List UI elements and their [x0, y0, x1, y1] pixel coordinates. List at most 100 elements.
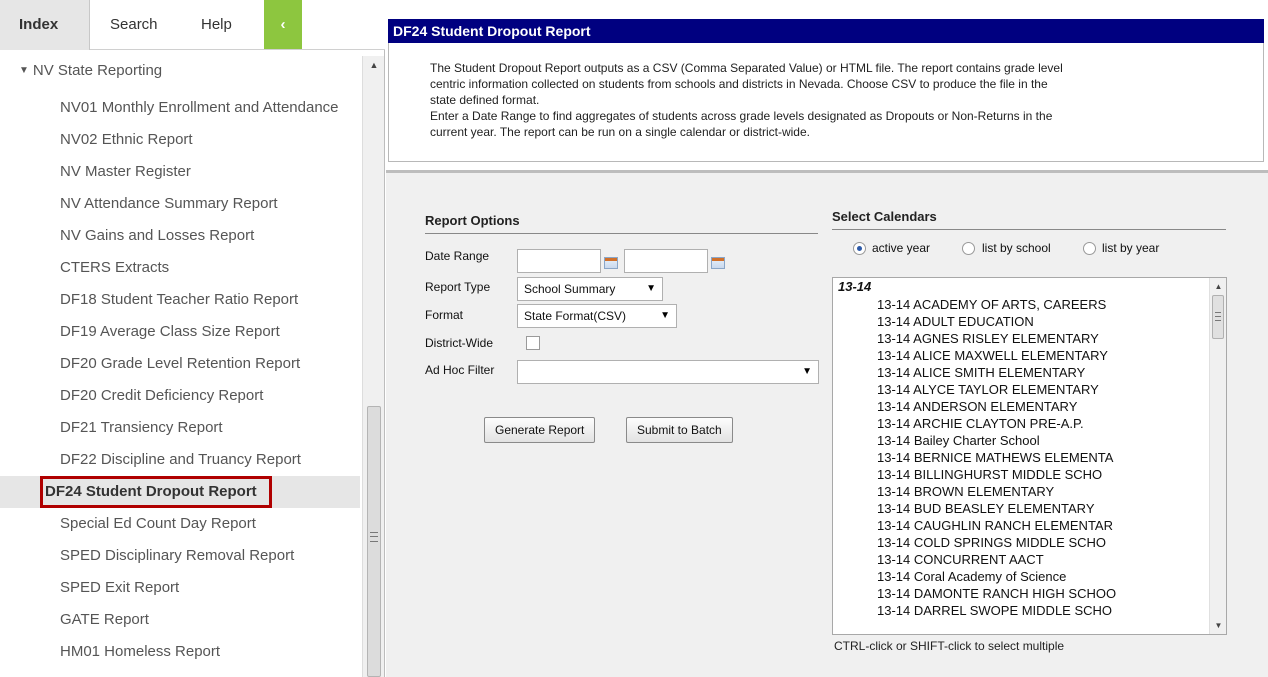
- calendar-icon[interactable]: [604, 257, 618, 269]
- tree-item-label: NV Master Register: [60, 163, 191, 180]
- tree-item[interactable]: NV Gains and Losses Report: [0, 220, 360, 252]
- tree-item[interactable]: DF22 Discipline and Truancy Report: [0, 444, 360, 476]
- tree-item[interactable]: NV Master Register: [0, 156, 360, 188]
- district-wide-checkbox[interactable]: [526, 336, 540, 350]
- calendar-scrollbar[interactable]: ▲ ▼: [1209, 278, 1226, 634]
- calendar-option[interactable]: 13-14 AGNES RISLEY ELEMENTARY: [877, 330, 1099, 347]
- scroll-up-arrow-icon[interactable]: ▲: [363, 56, 385, 74]
- tree-item-label: CTERS Extracts: [60, 259, 170, 276]
- tree-folder-nv-state-reporting[interactable]: ▼ NV State Reporting: [19, 62, 162, 79]
- date-from-input[interactable]: [517, 249, 601, 273]
- calendar-option[interactable]: 13-14 ARCHIE CLAYTON PRE-A.P.: [877, 415, 1084, 432]
- format-label: Format: [425, 308, 464, 322]
- radio-list-by-school-label: list by school: [982, 241, 1051, 255]
- tree-item[interactable]: Special Ed Count Day Report: [0, 508, 360, 540]
- calendar-option[interactable]: 13-14 BROWN ELEMENTARY: [877, 483, 1054, 500]
- tree-item-label: NV Attendance Summary Report: [60, 195, 278, 212]
- tree-item-label: DF20 Credit Deficiency Report: [60, 387, 264, 404]
- radio-list-by-year[interactable]: [1083, 242, 1096, 255]
- grip-icon: [370, 532, 378, 542]
- report-type-select[interactable]: School Summary ▼: [517, 277, 663, 301]
- tree-item[interactable]: DF19 Average Class Size Report: [0, 316, 360, 348]
- report-type-label: Report Type: [425, 280, 491, 294]
- calendar-option[interactable]: 13-14 ALICE SMITH ELEMENTARY: [877, 364, 1085, 381]
- calendar-option[interactable]: 13-14 ALICE MAXWELL ELEMENTARY: [877, 347, 1108, 364]
- tree-folder-label: NV State Reporting: [32, 62, 163, 79]
- tree-item-label: HM01 Homeless Report: [60, 643, 221, 660]
- tree-item[interactable]: SPED Exit Report: [0, 572, 360, 604]
- radio-active-year[interactable]: [853, 242, 866, 255]
- calendar-option[interactable]: 13-14 BILLINGHURST MIDDLE SCHO: [877, 466, 1102, 483]
- collapse-nav-button[interactable]: ‹: [264, 0, 302, 50]
- page-title: DF24 Student Dropout Report: [388, 19, 1264, 43]
- calendar-option[interactable]: 13-14 ADULT EDUCATION: [877, 313, 1034, 330]
- dropdown-arrow-icon: ▼: [660, 310, 670, 321]
- tree-item[interactable]: DF20 Grade Level Retention Report: [0, 348, 360, 380]
- radio-active-year-label: active year: [872, 241, 931, 255]
- caret-down-icon: ▼: [19, 65, 29, 76]
- tree-item-label: DF19 Average Class Size Report: [60, 323, 280, 340]
- tree-item[interactable]: CTERS Extracts: [0, 252, 360, 284]
- date-to-input[interactable]: [624, 249, 708, 273]
- scroll-down-arrow-icon[interactable]: ▼: [1210, 617, 1226, 634]
- tree-item-label: SPED Exit Report: [60, 579, 180, 596]
- tree-item[interactable]: DF20 Credit Deficiency Report: [0, 380, 360, 412]
- tree-item[interactable]: HM01 Homeless Report: [0, 636, 360, 668]
- tab-search[interactable]: Search: [110, 16, 158, 33]
- scroll-up-arrow-icon[interactable]: ▲: [1210, 278, 1226, 295]
- calendar-option[interactable]: 13-14 CONCURRENT AACT: [877, 551, 1044, 568]
- nav-scrollbar-thumb[interactable]: [367, 406, 381, 677]
- tree-item-label: SPED Disciplinary Removal Report: [60, 547, 295, 564]
- calendar-option[interactable]: 13-14 BUD BEASLEY ELEMENTARY: [877, 500, 1094, 517]
- ad-hoc-filter-label: Ad Hoc Filter: [425, 363, 495, 377]
- calendar-option[interactable]: 13-14 ANDERSON ELEMENTARY: [877, 398, 1077, 415]
- calendar-option[interactable]: 13-14 CAUGHLIN RANCH ELEMENTAR: [877, 517, 1113, 534]
- tab-help[interactable]: Help: [201, 16, 232, 33]
- calendar-option[interactable]: 13-14 ACADEMY OF ARTS, CAREERS: [877, 296, 1106, 313]
- calendar-listbox[interactable]: 13-14 13-14 ACADEMY OF ARTS, CAREERS 13-1…: [832, 277, 1227, 635]
- description-line: The Student Dropout Report outputs as a …: [430, 61, 1063, 75]
- tree-item-selected[interactable]: DF24 Student Dropout Report: [0, 476, 360, 508]
- report-options-heading: Report Options: [425, 213, 818, 234]
- tree-item[interactable]: DF18 Student Teacher Ratio Report: [0, 284, 360, 316]
- description-line: current year. The report can be run on a…: [430, 125, 810, 139]
- tree-item[interactable]: NV Attendance Summary Report: [0, 188, 360, 220]
- nav-scrollbar[interactable]: ▲: [362, 56, 384, 677]
- submit-to-batch-button[interactable]: Submit to Batch: [626, 417, 733, 443]
- calendar-option[interactable]: 13-14 Bailey Charter School: [877, 432, 1040, 449]
- selection-highlight-box: [40, 476, 272, 508]
- tree-item[interactable]: GATE Report: [0, 604, 360, 636]
- tab-index-label: Index: [19, 16, 59, 33]
- tree-item[interactable]: DF21 Transiency Report: [0, 412, 360, 444]
- calendar-scrollbar-thumb[interactable]: [1212, 295, 1224, 339]
- description-line: Enter a Date Range to find aggregates of…: [430, 109, 1053, 123]
- dropdown-arrow-icon: ▼: [646, 283, 656, 294]
- ad-hoc-filter-select[interactable]: ▼: [517, 360, 819, 384]
- tab-index[interactable]: Index: [0, 0, 90, 50]
- calendar-option[interactable]: 13-14 DARREL SWOPE MIDDLE SCHO: [877, 602, 1112, 619]
- calendar-option[interactable]: 13-14 Coral Academy of Science: [877, 568, 1066, 585]
- tree-item[interactable]: NV01 Monthly Enrollment and Attendance: [0, 92, 360, 124]
- description-line: centric information collected on student…: [430, 77, 1048, 91]
- tree-item-label: NV02 Ethnic Report: [60, 131, 193, 148]
- tree-item[interactable]: NV02 Ethnic Report: [0, 124, 360, 156]
- calendar-option[interactable]: 13-14 COLD SPRINGS MIDDLE SCHO: [877, 534, 1106, 551]
- generate-report-button[interactable]: Generate Report: [484, 417, 596, 443]
- report-type-value: School Summary: [524, 282, 616, 296]
- tree-item-label: DF22 Discipline and Truancy Report: [60, 451, 301, 468]
- tree-item-label: GATE Report: [60, 611, 149, 628]
- calendar-option[interactable]: 13-14 ALYCE TAYLOR ELEMENTARY: [877, 381, 1099, 398]
- dropdown-arrow-icon: ▼: [802, 366, 812, 377]
- description-line: state defined format.: [430, 93, 540, 107]
- tree-item-label: NV01 Monthly Enrollment and Attendance: [60, 99, 339, 116]
- tree-item-label: DF20 Grade Level Retention Report: [60, 355, 301, 372]
- calendar-option[interactable]: 13-14 DAMONTE RANCH HIGH SCHOO: [877, 585, 1116, 602]
- grip-icon: [1215, 312, 1221, 321]
- radio-list-by-school[interactable]: [962, 242, 975, 255]
- tree-item-label: DF21 Transiency Report: [60, 419, 223, 436]
- calendar-option[interactable]: 13-14 BERNICE MATHEWS ELEMENTA: [877, 449, 1113, 466]
- format-select[interactable]: State Format(CSV) ▼: [517, 304, 677, 328]
- multi-select-hint: CTRL-click or SHIFT-click to select mult…: [834, 639, 1065, 653]
- calendar-icon[interactable]: [711, 257, 725, 269]
- tree-item[interactable]: SPED Disciplinary Removal Report: [0, 540, 360, 572]
